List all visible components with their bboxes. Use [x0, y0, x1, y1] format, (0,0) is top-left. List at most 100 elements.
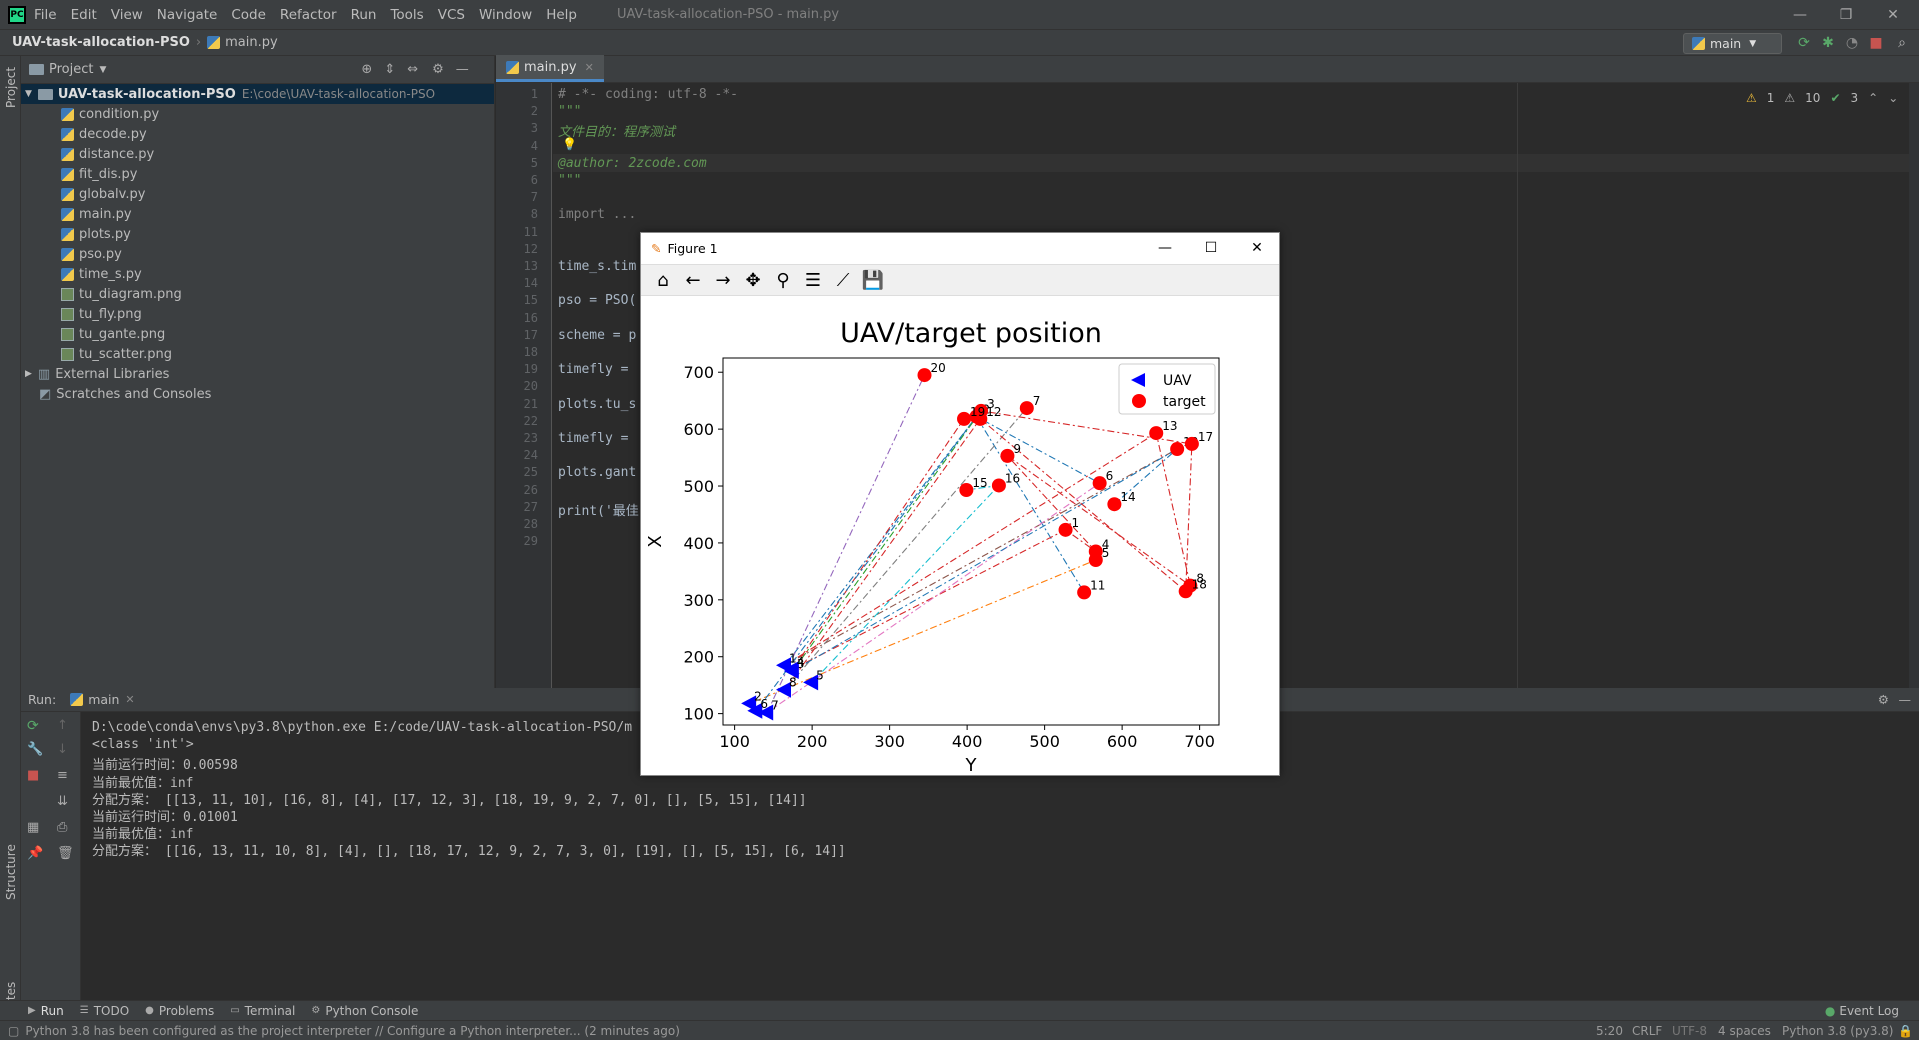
console-line: 分配方案： [[16, 13, 11, 10, 8], [4], [], [18…: [92, 844, 846, 860]
tree-scratches[interactable]: ◩ Scratches and Consoles: [21, 384, 494, 404]
menu-item-navigate[interactable]: Navigate: [157, 7, 218, 23]
home-icon[interactable]: ⌂: [651, 268, 675, 292]
tree-file-item[interactable]: tu_fly.png: [21, 304, 494, 324]
target-label: 17: [1198, 430, 1213, 444]
layout-icon[interactable]: ▦: [27, 820, 39, 835]
inspection-widget[interactable]: ⚠ 1 ⚠ 10 ✔ 3 ⌃ ⌄: [1746, 91, 1898, 105]
lightbulb-icon[interactable]: 💡: [562, 137, 577, 151]
tree-external-libraries[interactable]: ▶ ▥ External Libraries: [21, 364, 494, 384]
scroll-to-end-icon[interactable]: ⇊: [57, 794, 68, 809]
hide-panel-icon[interactable]: —: [1899, 692, 1912, 707]
tree-file-item[interactable]: decode.py: [21, 124, 494, 144]
restore-icon[interactable]: ❐: [1823, 0, 1869, 29]
coverage-icon[interactable]: ◔: [1843, 34, 1861, 52]
menu-item-edit[interactable]: Edit: [71, 7, 97, 23]
menu-item-vcs[interactable]: VCS: [438, 7, 465, 23]
subplots-icon[interactable]: ☰: [801, 268, 825, 292]
print-icon[interactable]: ⎙: [57, 820, 67, 835]
project-tool-tab[interactable]: Project: [4, 67, 18, 108]
collapse-all-icon[interactable]: ⇔: [407, 62, 418, 77]
stop-icon[interactable]: ■: [27, 768, 39, 783]
breadcrumb-file[interactable]: main.py: [225, 35, 278, 50]
tree-file-item[interactable]: pso.py: [21, 244, 494, 264]
menu-item-window[interactable]: Window: [479, 7, 532, 23]
hide-panel-icon[interactable]: —: [456, 62, 469, 77]
soft-wrap-icon[interactable]: ≡: [57, 768, 68, 783]
breadcrumb-project[interactable]: UAV-task-allocation-PSO: [12, 35, 190, 50]
tree-file-item[interactable]: tu_gante.png: [21, 324, 494, 344]
tree-file-item[interactable]: tu_scatter.png: [21, 344, 494, 364]
zoom-icon[interactable]: ⚲: [771, 268, 795, 292]
pan-icon[interactable]: ✥: [741, 268, 765, 292]
bottom-tab-problems[interactable]: ● Problems: [145, 1004, 214, 1018]
chevron-down-icon[interactable]: ▼: [25, 89, 32, 99]
rerun-icon[interactable]: ⟳: [27, 718, 39, 734]
minimize-icon[interactable]: —: [1777, 0, 1823, 29]
tree-root-item[interactable]: ▼ UAV-task-allocation-PSO E:\code\UAV-ta…: [21, 84, 494, 104]
chevron-up-icon[interactable]: ⌃: [1868, 91, 1878, 105]
debug-icon[interactable]: ✱: [1819, 34, 1837, 52]
bottom-tab-run[interactable]: ▶ Run: [28, 1004, 64, 1018]
menu-item-run[interactable]: Run: [351, 7, 377, 23]
back-arrow-icon[interactable]: ←: [681, 268, 705, 292]
close-tab-icon[interactable]: ✕: [585, 61, 594, 74]
run-config-select[interactable]: main ▼: [1683, 33, 1782, 54]
bottom-tab-python-console[interactable]: ⚙ Python Console: [311, 1004, 418, 1018]
trash-icon[interactable]: 🗑: [57, 846, 74, 861]
pin-icon[interactable]: 📌: [27, 846, 43, 861]
bottom-tab-terminal[interactable]: ▭ Terminal: [230, 1004, 295, 1018]
maximize-icon[interactable]: ☐: [1199, 237, 1223, 259]
tree-file-item[interactable]: main.py: [21, 204, 494, 224]
menu-item-view[interactable]: View: [111, 7, 143, 23]
event-log-button[interactable]: ● Event Log: [1825, 1004, 1899, 1018]
lock-icon[interactable]: 🔒: [1898, 1024, 1913, 1038]
tree-file-label: tu_scatter.png: [79, 346, 172, 362]
bottom-tab-todo[interactable]: ☰ TODO: [80, 1004, 129, 1018]
editor-tab-main[interactable]: main.py ✕: [496, 55, 604, 82]
line-separator[interactable]: CRLF: [1632, 1024, 1662, 1038]
menu-item-tools[interactable]: Tools: [390, 7, 423, 23]
status-message[interactable]: Python 3.8 has been configured as the pr…: [25, 1024, 680, 1038]
arrow-down-icon[interactable]: ↓: [57, 742, 68, 757]
editor-scrollbar[interactable]: [1909, 83, 1919, 688]
chevron-right-icon[interactable]: ▶: [25, 369, 32, 379]
run-tab-main[interactable]: main: [88, 692, 119, 707]
caret-position[interactable]: 5:20: [1596, 1024, 1623, 1038]
target-point: [991, 478, 1006, 493]
project-panel-title[interactable]: Project: [49, 62, 93, 77]
close-window-icon[interactable]: ✕: [1870, 0, 1916, 29]
tree-file-item[interactable]: plots.py: [21, 224, 494, 244]
rerun-icon[interactable]: ⟳: [1795, 34, 1813, 52]
close-tab-icon[interactable]: ✕: [125, 693, 134, 706]
gear-icon[interactable]: ⚙: [432, 62, 444, 77]
interpreter-setting[interactable]: Python 3.8 (py3.8): [1782, 1024, 1893, 1038]
file-encoding[interactable]: UTF-8: [1672, 1024, 1707, 1038]
chevron-down-icon[interactable]: ⌄: [1888, 91, 1898, 105]
search-icon[interactable]: ⌕: [1893, 34, 1911, 52]
menu-item-code[interactable]: Code: [231, 7, 266, 23]
gear-icon[interactable]: ⚙: [1878, 692, 1889, 707]
chevron-down-icon[interactable]: ▼: [99, 65, 106, 75]
stop-icon[interactable]: ■: [1867, 34, 1885, 52]
edit-axis-icon[interactable]: ⟋: [831, 268, 855, 292]
tree-file-item[interactable]: fit_dis.py: [21, 164, 494, 184]
menu-item-refactor[interactable]: Refactor: [280, 7, 337, 23]
tree-file-item[interactable]: distance.py: [21, 144, 494, 164]
minimize-icon[interactable]: —: [1153, 237, 1177, 259]
tree-file-item[interactable]: condition.py: [21, 104, 494, 124]
indent-setting[interactable]: 4 spaces: [1718, 1024, 1771, 1038]
locate-icon[interactable]: ⊕: [361, 62, 372, 77]
forward-arrow-icon[interactable]: →: [711, 268, 735, 292]
tree-file-item[interactable]: globalv.py: [21, 184, 494, 204]
menu-item-help[interactable]: Help: [546, 7, 577, 23]
scatter-chart[interactable]: UAV/target position 100 200 300 400 500 600 700…: [641, 296, 1279, 775]
structure-tool-tab[interactable]: Structure: [4, 844, 18, 900]
tree-file-item[interactable]: time_s.py: [21, 264, 494, 284]
wrench-icon[interactable]: 🔧: [27, 742, 43, 757]
tree-file-item[interactable]: tu_diagram.png: [21, 284, 494, 304]
save-icon[interactable]: 💾: [861, 268, 885, 292]
menu-item-file[interactable]: File: [34, 7, 57, 23]
close-window-icon[interactable]: ✕: [1245, 237, 1269, 259]
arrow-up-icon[interactable]: ↑: [57, 718, 68, 733]
expand-all-icon[interactable]: ⇕: [384, 62, 395, 77]
